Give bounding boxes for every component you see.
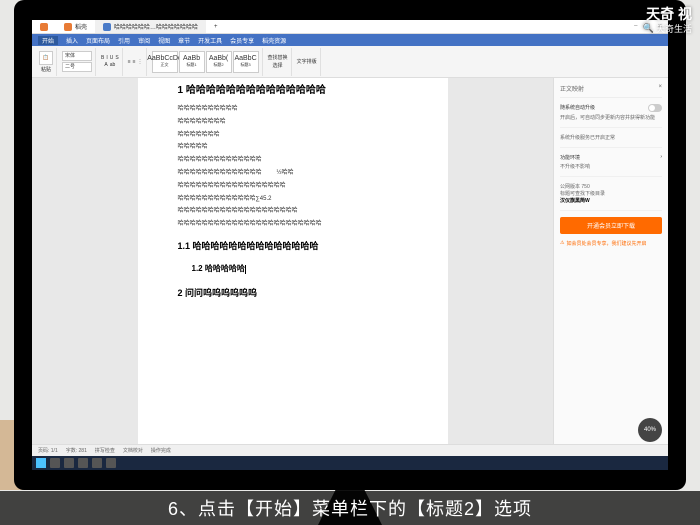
paste-label: 粘贴	[41, 66, 51, 73]
align-left-button[interactable]: ≡	[128, 59, 131, 65]
tab-label: 稻壳	[75, 22, 87, 31]
menu-dev[interactable]: 开发工具	[198, 36, 222, 45]
screen: 稻壳 哈哈哈哈哈哈…哈哈哈哈哈哈哈 + − □ × 开始 插入 页面布局 引用 …	[32, 20, 668, 470]
tab-label: 哈哈哈哈哈哈…哈哈哈哈哈哈哈	[114, 22, 198, 31]
tab-daoке[interactable]: 稻壳	[56, 20, 95, 33]
windows-start-icon[interactable]	[36, 458, 46, 468]
menu-insert[interactable]: 插入	[66, 36, 78, 45]
right-sidebar: 正文映射 × 随系统自动升级 开启后，可自动同步更新内容并获得新功能 系统升级服…	[553, 78, 668, 444]
heading-1[interactable]: 1 哈哈哈哈哈哈哈哈哈哈哈哈哈哈	[178, 82, 408, 100]
video-caption: 6、点击【开始】菜单栏下的【标题2】选项	[0, 491, 700, 525]
word-icon	[103, 23, 111, 31]
style-gallery: AaBbCcDd正文 AaBb标题1 AaBb(标题2 AaBbC标题3	[152, 51, 259, 73]
task-icon[interactable]	[64, 458, 74, 468]
paragraph[interactable]: 哈哈哈哈哈哈哈	[178, 130, 408, 141]
paragraph[interactable]: 哈哈哈哈哈哈哈哈哈哈哈哈哈哈哈哈哈哈哈哈哈哈哈哈	[178, 219, 408, 230]
task-icon[interactable]	[50, 458, 60, 468]
minimize-icon[interactable]: −	[634, 23, 638, 30]
watermark-main: 天奇 视	[646, 4, 692, 24]
option-label: 系统升级服务已开启正常	[560, 134, 662, 141]
document-area[interactable]: 1 哈哈哈哈哈哈哈哈哈哈哈哈哈哈 哈哈哈哈哈哈哈哈哈哈 哈哈哈哈哈哈哈哈 哈哈哈…	[32, 78, 553, 444]
list-button[interactable]: ⋮	[138, 59, 143, 65]
sidebar-title: 正文映射	[560, 84, 584, 93]
info-text: 标题可查找下级目录	[560, 190, 662, 197]
menu-chapter[interactable]: 章节	[178, 36, 190, 45]
sidebar-close-icon[interactable]: ×	[658, 84, 662, 93]
monitor-bezel: 稻壳 哈哈哈哈哈哈…哈哈哈哈哈哈哈 + − □ × 开始 插入 页面布局 引用 …	[14, 0, 686, 490]
task-icon[interactable]	[106, 458, 116, 468]
option-desc: 不升级不影响	[560, 163, 662, 170]
highlight-button[interactable]: ab	[110, 62, 116, 68]
underline-button[interactable]: U	[110, 55, 114, 61]
find-button[interactable]: 查找替换	[268, 54, 288, 61]
info-text: 汉仪旗黑简W	[560, 197, 662, 204]
page[interactable]: 1 哈哈哈哈哈哈哈哈哈哈哈哈哈哈 哈哈哈哈哈哈哈哈哈哈 哈哈哈哈哈哈哈哈 哈哈哈…	[138, 78, 448, 444]
font-select[interactable]: 宋体	[62, 51, 92, 61]
option-label: 功能环境	[560, 154, 580, 161]
heading-1-2[interactable]: 1.2 哈哈哈哈哈	[192, 262, 408, 276]
tab-document[interactable]: 哈哈哈哈哈哈…哈哈哈哈哈哈哈	[95, 20, 206, 33]
strike-button[interactable]: S	[115, 55, 118, 61]
wps-icon	[40, 23, 48, 31]
fraction: ½哈哈	[277, 170, 294, 176]
paragraph[interactable]: 哈哈哈哈哈哈哈哈哈哈哈哈哈哈 ½哈哈	[178, 168, 408, 179]
paste-button[interactable]: 📋	[39, 51, 53, 65]
toggle-switch[interactable]	[648, 104, 662, 112]
size-select[interactable]: 二号	[62, 62, 92, 72]
style-heading3[interactable]: AaBbC标题3	[233, 51, 259, 73]
chevron-right-icon[interactable]: ›	[660, 154, 662, 161]
menu-bar: 开始 插入 页面布局 引用 审阅 视图 章节 开发工具 会员专享 稻壳资源	[32, 34, 668, 46]
download-button[interactable]: 开通会员立即下载	[560, 217, 662, 234]
task-icon[interactable]	[92, 458, 102, 468]
heading-2[interactable]: 2 问问呜呜呜呜呜呜	[178, 285, 408, 301]
paragraph[interactable]: 哈哈哈哈哈哈哈哈哈哈哈哈哈哈	[178, 155, 408, 166]
menu-view[interactable]: 视图	[158, 36, 170, 45]
text-cursor	[245, 265, 246, 274]
watermark-sub: 🔍天奇生活	[643, 22, 692, 35]
option-desc: 开启后，可自动同步更新内容并获得新功能	[560, 114, 662, 121]
menu-start[interactable]: 开始	[38, 36, 58, 45]
tab-new[interactable]: +	[206, 20, 226, 33]
select-button[interactable]: 选择	[273, 62, 283, 69]
italic-button[interactable]: I	[106, 55, 107, 61]
status-page[interactable]: 页码: 1/1	[38, 447, 58, 454]
task-icon[interactable]	[78, 458, 88, 468]
bold-button[interactable]: B	[101, 55, 104, 61]
paragraph[interactable]: 哈哈哈哈哈	[178, 142, 408, 153]
status-spellcheck[interactable]: 拼写检查	[95, 447, 115, 454]
status-done: 操作完成	[151, 447, 171, 454]
option-label: 随系统自动升级	[560, 104, 595, 112]
menu-res[interactable]: 稻壳资源	[262, 36, 286, 45]
warn-icon: ⚠	[560, 240, 564, 247]
paragraph[interactable]: 哈哈哈哈哈哈哈哈	[178, 117, 408, 128]
align-center-button[interactable]: ≡	[133, 59, 136, 65]
text-layout-button[interactable]: 文字排版	[297, 58, 317, 65]
status-bar: 页码: 1/1 字数: 281 拼写检查 文档校对 操作完成	[32, 444, 668, 456]
paragraph[interactable]: 哈哈哈哈哈哈哈哈哈哈哈哈哈∑45.2	[178, 194, 408, 205]
title-bar: 稻壳 哈哈哈哈哈哈…哈哈哈哈哈哈哈 + − □ ×	[32, 20, 668, 34]
zoom-badge[interactable]: 40%	[638, 418, 662, 442]
style-heading2[interactable]: AaBb(标题2	[206, 51, 232, 73]
daoке-icon	[64, 23, 72, 31]
paragraph[interactable]: 哈哈哈哈哈哈哈哈哈哈	[178, 104, 408, 115]
menu-review[interactable]: 审阅	[138, 36, 150, 45]
status-words[interactable]: 字数: 281	[66, 447, 87, 454]
info-text: 公网版本 750	[560, 183, 662, 190]
search-icon: 🔍	[643, 23, 654, 34]
paragraph[interactable]: 哈哈哈哈哈哈哈哈哈哈哈哈哈哈哈哈哈哈哈哈	[178, 206, 408, 217]
status-proof[interactable]: 文档校对	[123, 447, 143, 454]
windows-taskbar	[32, 456, 668, 470]
tab-home[interactable]	[32, 20, 56, 33]
style-heading1[interactable]: AaBb标题1	[179, 51, 205, 73]
paragraph[interactable]: 哈哈哈哈哈哈哈哈哈哈哈哈哈哈哈哈哈哈	[178, 181, 408, 192]
color-button[interactable]: A	[104, 62, 107, 68]
style-normal[interactable]: AaBbCcDd正文	[152, 51, 178, 73]
warn-text: 如会员处会员专享，我们建议先开启	[566, 240, 646, 247]
heading-1-1[interactable]: 1.1 哈哈哈哈哈哈哈哈哈哈哈哈哈哈	[178, 238, 408, 254]
menu-layout[interactable]: 页面布局	[86, 36, 110, 45]
menu-ref[interactable]: 引用	[118, 36, 130, 45]
menu-vip[interactable]: 会员专享	[230, 36, 254, 45]
ribbon-toolbar: 📋 粘贴 宋体 二号 B I U S A ab ≡ ≡ ⋮ AaBbCcDd正文…	[32, 46, 668, 78]
